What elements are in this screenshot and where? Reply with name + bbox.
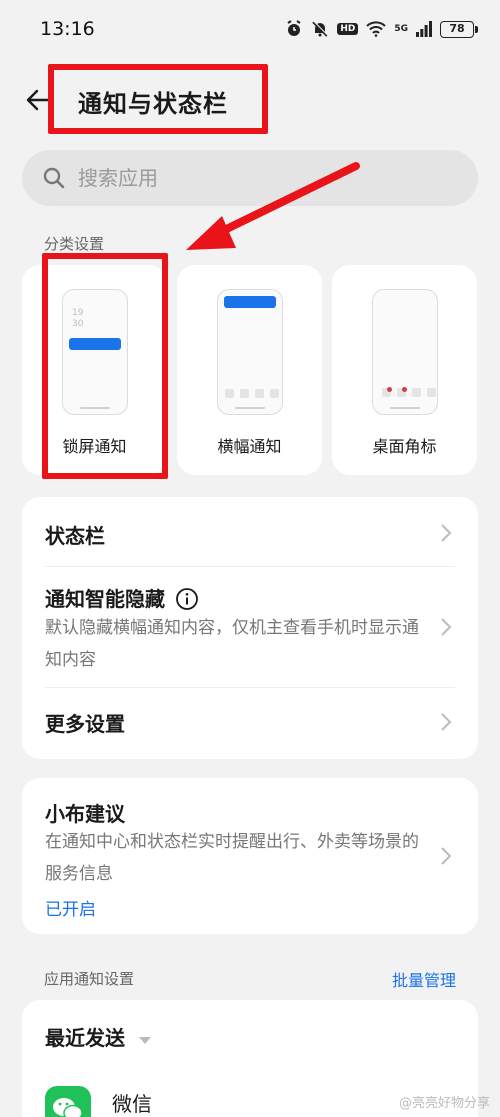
suggestion-card[interactable]: 小布建议 在通知中心和状态栏实时提醒出行、外卖等场景的服务信息 已开启 bbox=[22, 778, 478, 934]
signal-icon bbox=[416, 21, 432, 37]
settings-row-more[interactable]: 更多设置 bbox=[22, 688, 478, 758]
annotation-box-title bbox=[48, 64, 268, 134]
search-input[interactable] bbox=[78, 166, 438, 190]
phone-preview bbox=[217, 289, 283, 415]
category-label: 横幅通知 bbox=[217, 437, 282, 456]
section-label-category: 分类设置 bbox=[44, 235, 105, 253]
watermark: @亮亮好物分享 bbox=[398, 1096, 490, 1111]
alarm-icon bbox=[287, 20, 301, 36]
mute-bell-icon bbox=[312, 20, 329, 37]
status-bar: 13:16 HD 5G 78 bbox=[0, 0, 500, 58]
sort-selector[interactable]: 最近发送 bbox=[22, 1000, 478, 1072]
smart-hide-title: 通知智能隐藏 bbox=[45, 587, 165, 611]
settings-row-smart-hide[interactable]: 通知智能隐藏 默认隐藏横幅通知内容，仅机主查看手机时显示通知内容 bbox=[22, 567, 478, 687]
row-description: 默认隐藏横幅通知内容，仅机主查看手机时显示通知内容 bbox=[45, 618, 419, 670]
chevron-right-icon bbox=[441, 618, 452, 636]
suggestion-status: 已开启 bbox=[45, 900, 96, 920]
sort-label: 最近发送 bbox=[45, 1022, 152, 1051]
batch-manage-link[interactable]: 批量管理 bbox=[392, 967, 456, 991]
chevron-right-icon bbox=[441, 713, 452, 731]
search-bar[interactable] bbox=[22, 150, 478, 206]
section-label-app-notifications: 应用通知设置 bbox=[44, 970, 135, 988]
search-icon bbox=[43, 167, 65, 189]
settings-card: 状态栏 通知智能隐藏 默认隐藏横幅通知内容，仅机主查看手机时显示通知内容 更多设… bbox=[22, 497, 478, 759]
category-label: 桌面角标 bbox=[372, 437, 437, 456]
row-title: 状态栏 bbox=[45, 524, 105, 548]
annotation-box-lockscreen bbox=[42, 253, 168, 479]
network-badge: 5G bbox=[394, 23, 408, 34]
info-icon[interactable] bbox=[175, 587, 199, 611]
wechat-app-icon bbox=[45, 1086, 91, 1117]
status-time: 13:16 bbox=[40, 18, 95, 40]
row-title: 通知智能隐藏 bbox=[45, 583, 199, 612]
category-card-banner[interactable]: 横幅通知 bbox=[177, 265, 322, 475]
suggestion-title: 小布建议 bbox=[45, 802, 125, 826]
battery-level: 78 bbox=[440, 20, 474, 38]
hd-badge: HD bbox=[337, 23, 359, 35]
phone-preview bbox=[372, 289, 438, 415]
dropdown-triangle-icon bbox=[138, 1036, 151, 1044]
suggestion-description: 在通知中心和状态栏实时提醒出行、外卖等场景的服务信息 bbox=[45, 832, 419, 884]
battery-icon: 78 bbox=[440, 20, 478, 38]
row-title: 更多设置 bbox=[45, 712, 125, 736]
wifi-icon bbox=[366, 21, 387, 37]
settings-row-status-bar[interactable]: 状态栏 bbox=[22, 497, 478, 567]
status-icons: HD 5G 78 bbox=[285, 20, 478, 38]
app-name: 微信 bbox=[112, 1092, 152, 1116]
chevron-right-icon bbox=[441, 524, 452, 542]
chevron-right-icon bbox=[441, 847, 452, 865]
category-card-badge[interactable]: 桌面角标 bbox=[332, 265, 477, 475]
